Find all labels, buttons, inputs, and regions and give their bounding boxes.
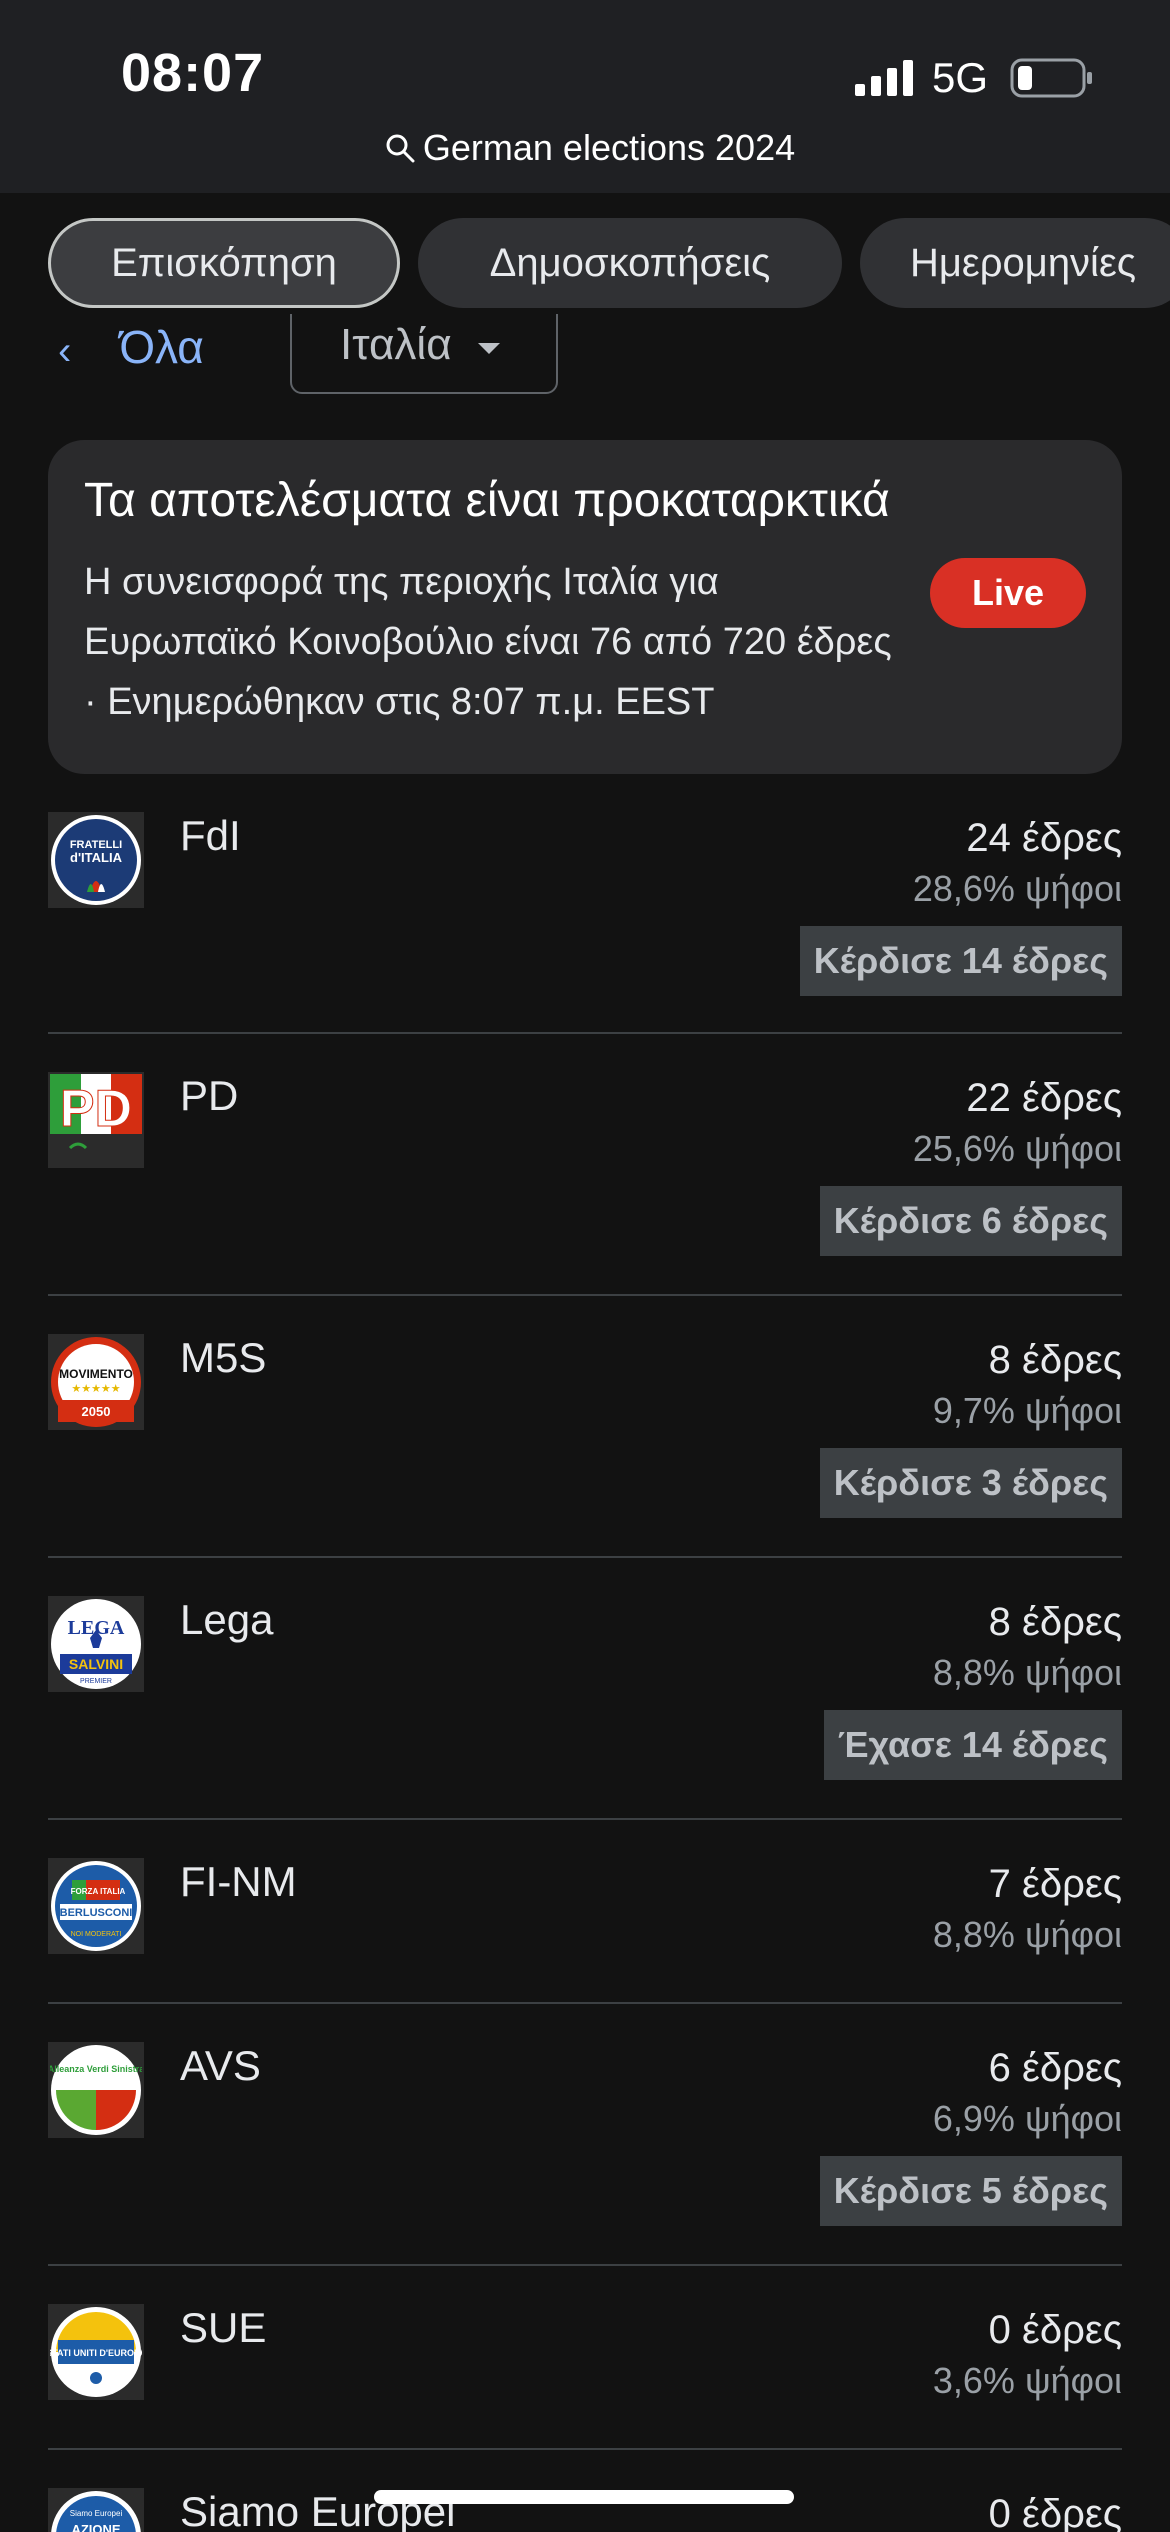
home-indicator[interactable] [374, 2490, 794, 2504]
network-type: 5G [932, 54, 989, 101]
svg-text:★★★★★: ★★★★★ [71, 1382, 120, 1395]
search-query-text: German elections 2024 [422, 127, 796, 168]
party-name: M5S [180, 1334, 267, 1381]
back-label: Όλα [119, 321, 204, 373]
tab-dates[interactable]: Ημερομηνίες [860, 218, 1170, 308]
search-icon [386, 134, 415, 163]
sue-logo-text: STATI UNITI D'EUROPA [50, 2348, 142, 2358]
lega-logo-icon: LEGA SALVINI PREMIER [51, 1599, 141, 1689]
party-row-fdi[interactable]: FRATELLI d'ITALIA FdI 24 έδρες 28,6% ψήφ… [48, 800, 1122, 1034]
party-stats: 6 έδρες 6,9% ψήφοι Κέρδισε 5 έδρες [819, 2044, 1122, 2226]
seat-change-badge: Κέρδισε 14 έδρες [799, 926, 1122, 996]
pd-logo-icon: PD [50, 1074, 142, 1166]
party-stats: 0 έδρες [989, 2490, 1122, 2532]
info-card-body: Η συνεισφορά της περιοχής Ιταλία για Ευρ… [84, 561, 892, 723]
seat-count: 8 έδρες [988, 1600, 1122, 1644]
vote-share: 3,6% ψήφοι [932, 2360, 1122, 2401]
app-screen: ‹ Όλα Ιταλία 08:07 5G German elections 2… [0, 0, 1170, 2532]
pd-logo-text: PD [60, 1080, 132, 1138]
seat-change-badge: Κέρδισε 6 έδρες [819, 1186, 1122, 1256]
party-logo: PD [48, 1072, 144, 1168]
vote-share: 9,7% ψήφοι [932, 1390, 1122, 1431]
party-stats: 7 έδρες 8,8% ψήφοι [933, 1860, 1122, 1962]
tab-overview[interactable]: Επισκόπηση [48, 218, 400, 308]
seat-change-badge: Κέρδισε 3 έδρες [819, 1448, 1122, 1518]
party-row-fi-nm[interactable]: FORZA ITALIA BERLUSCONI NOI MODERATI FI-… [48, 1820, 1122, 2004]
search-query-bar[interactable]: German elections 2024 [360, 120, 820, 176]
party-logo: LEGA SALVINI PREMIER [48, 1596, 144, 1692]
m5s-logo-icon: MOVIMENTO ★★★★★ 2050 [51, 1337, 141, 1427]
fdi-logo-text-2: d'ITALIA [70, 850, 123, 865]
party-row-sue[interactable]: STATI UNITI D'EUROPA SUE 0 έδρες 3,6% ψή… [48, 2266, 1122, 2450]
seat-count: 8 έδρες [988, 1338, 1122, 1382]
info-card-title: Τα αποτελέσματα είναι προκαταρκτικά [84, 474, 890, 527]
live-badge: Live [930, 558, 1086, 628]
party-row-lega[interactable]: LEGA SALVINI PREMIER Lega 8 έδρες 8,8% ψ… [48, 1558, 1122, 1820]
party-name: Lega [180, 1596, 274, 1643]
party-row-pd[interactable]: PD PD 22 έδρες 25,6% ψήφοι Κέρδισε 6 έδρ… [48, 1034, 1122, 1296]
avs-logo-icon: Alleanza Verdi Sinistra [50, 2045, 142, 2135]
party-stats: 8 έδρες 9,7% ψήφοι Κέρδισε 3 έδρες [819, 1336, 1122, 1518]
vote-share: 8,8% ψήφοι [932, 1652, 1122, 1693]
preliminary-results-card: Τα αποτελέσματα είναι προκαταρκτικά Η συ… [48, 440, 1122, 774]
seat-change-badge: Κέρδισε 5 έδρες [819, 2156, 1122, 2226]
seat-count: 0 έδρες [988, 2308, 1122, 2352]
tab-bar: Επισκόπηση Δημοσκοπήσεις Ημερομηνίες [0, 214, 1170, 314]
status-and-search-header: 08:07 5G German elections 2024 [0, 0, 1170, 193]
seat-count: 0 έδρες [988, 2492, 1122, 2532]
dropdown-caret-icon [477, 343, 500, 354]
breadcrumb: ‹ Όλα Ιταλία [0, 274, 1170, 402]
vote-share: 8,8% ψήφοι [932, 1914, 1122, 1955]
fi-logo-nm: NOI MODERATI [71, 1931, 122, 1938]
seat-count: 22 έδρες [966, 1076, 1122, 1120]
vote-share: 28,6% ψήφοι [912, 868, 1122, 909]
party-stats: 8 έδρες 8,8% ψήφοι Έχασε 14 έδρες [823, 1598, 1122, 1780]
party-logo: FORZA ITALIA BERLUSCONI NOI MODERATI [48, 1858, 144, 1954]
party-name: FI-NM [180, 1858, 297, 1905]
vote-share: 25,6% ψήφοι [912, 1128, 1122, 1169]
fi-logo-icon: FORZA ITALIA BERLUSCONI NOI MODERATI [51, 1861, 141, 1951]
azione-logo-text-1: Siamo Europei [70, 2509, 123, 2518]
party-stats: 22 έδρες 25,6% ψήφοι Κέρδισε 6 έδρες [819, 1074, 1122, 1256]
seat-count: 6 έδρες [988, 2046, 1122, 2090]
party-name: FdI [180, 812, 241, 859]
party-logo: STATI UNITI D'EUROPA [48, 2304, 144, 2400]
azione-logo-icon: Siamo Europei AZIONE [51, 2491, 141, 2532]
tab-polls[interactable]: Δημοσκοπήσεις [418, 218, 842, 308]
azione-logo-text-2: AZIONE [71, 2522, 120, 2532]
party-name: AVS [180, 2042, 261, 2089]
battery-icon [1010, 58, 1092, 98]
party-logo: Siamo Europei AZIONE [48, 2488, 144, 2532]
party-row-avs[interactable]: Alleanza Verdi Sinistra AVS 6 έδρες 6,9%… [48, 2004, 1122, 2266]
party-name: SUE [180, 2304, 267, 2351]
signal-strength-icon [855, 60, 913, 96]
party-stats: 24 έδρες 28,6% ψήφοι Κέρδισε 14 έδρες [799, 814, 1122, 996]
fdi-logo-icon: FRATELLI d'ITALIA [51, 815, 141, 905]
party-logo: FRATELLI d'ITALIA [48, 812, 144, 908]
fi-logo-text: FORZA ITALIA [71, 1887, 126, 1896]
vote-share: 6,9% ψήφοι [932, 2098, 1122, 2139]
seat-count: 7 έδρες [988, 1862, 1122, 1906]
party-logo: MOVIMENTO ★★★★★ 2050 [48, 1334, 144, 1430]
party-name: PD [180, 1072, 239, 1119]
sue-logo-icon: STATI UNITI D'EUROPA [50, 2307, 142, 2397]
seat-change-badge: Έχασε 14 έδρες [823, 1710, 1122, 1780]
party-stats: 0 έδρες 3,6% ψήφοι [933, 2306, 1122, 2408]
party-row-m5s[interactable]: MOVIMENTO ★★★★★ 2050 M5S 8 έδρες 9,7% ψή… [48, 1296, 1122, 1558]
chevron-left-icon: ‹ [58, 329, 72, 373]
m5s-logo-text: MOVIMENTO [59, 1367, 133, 1381]
party-results-list: FRATELLI d'ITALIA FdI 24 έδρες 28,6% ψήφ… [48, 800, 1122, 2532]
seat-count: 24 έδρες [966, 816, 1122, 860]
party-logo: Alleanza Verdi Sinistra [48, 2042, 144, 2138]
lega-logo-premier: PREMIER [80, 1678, 112, 1685]
status-time: 08:07 [121, 43, 265, 103]
m5s-logo-year: 2050 [82, 1404, 111, 1419]
region-label: Ιταλία [340, 320, 452, 369]
avs-logo-text: Alleanza Verdi Sinistra [50, 2064, 142, 2074]
fi-logo-berlusconi: BERLUSCONI [60, 1907, 133, 1919]
lega-logo-salvini: SALVINI [69, 1656, 123, 1672]
back-to-all-link[interactable]: ‹ Όλα [58, 314, 204, 374]
